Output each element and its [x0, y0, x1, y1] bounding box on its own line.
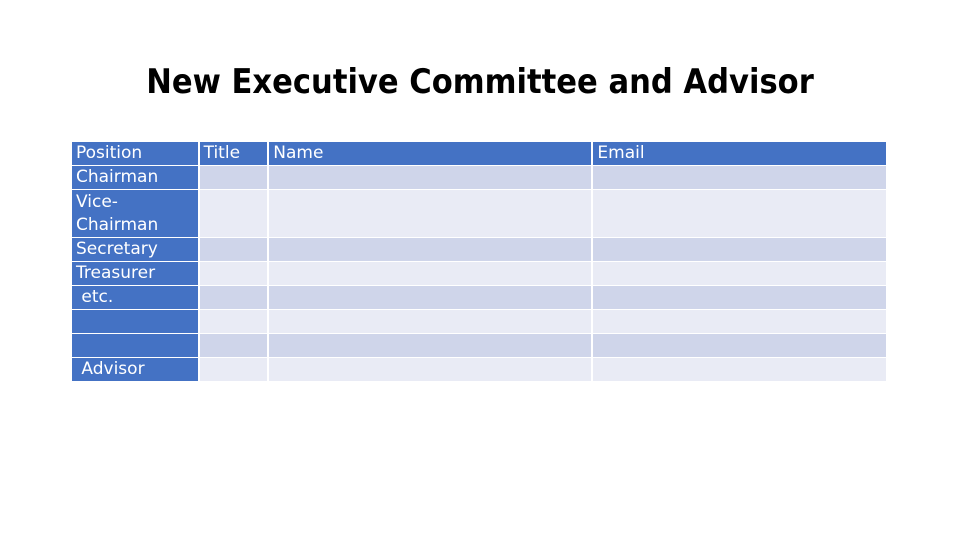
name-cell[interactable]: [269, 190, 592, 237]
header-position: Position: [72, 142, 198, 165]
name-cell[interactable]: [269, 238, 592, 261]
title-cell[interactable]: [199, 334, 268, 357]
table-row: etc.: [72, 286, 886, 309]
slide-title: New Executive Committee and Advisor: [146, 62, 814, 102]
title-cell[interactable]: [199, 286, 268, 309]
table-row: [72, 310, 886, 333]
email-cell[interactable]: [593, 166, 886, 189]
position-cell: Advisor: [72, 358, 198, 381]
position-cell: Treasurer: [72, 262, 198, 285]
email-cell[interactable]: [593, 238, 886, 261]
name-cell[interactable]: [269, 310, 592, 333]
position-cell: Vice-Chairman: [72, 190, 198, 237]
position-text: Vice-Chairman: [76, 191, 159, 235]
email-cell[interactable]: [593, 358, 886, 381]
email-cell[interactable]: [593, 286, 886, 309]
title-cell[interactable]: [199, 358, 268, 381]
name-cell[interactable]: [269, 166, 592, 189]
email-cell[interactable]: [593, 262, 886, 285]
table-row: Chairman: [72, 166, 886, 189]
position-cell: [72, 334, 198, 357]
name-cell[interactable]: [269, 334, 592, 357]
header-email: Email: [593, 142, 886, 165]
email-cell[interactable]: [593, 334, 886, 357]
email-cell[interactable]: [593, 190, 886, 237]
table-row: Secretary: [72, 238, 886, 261]
position-cell: etc.: [72, 286, 198, 309]
email-cell[interactable]: [593, 310, 886, 333]
title-cell[interactable]: [199, 190, 268, 237]
position-cell: Chairman: [72, 166, 198, 189]
title-cell[interactable]: [199, 166, 268, 189]
table-row: Treasurer: [72, 262, 886, 285]
committee-table: Position Title Name Email Chairman Vice-…: [70, 141, 888, 382]
name-cell[interactable]: [269, 358, 592, 381]
table-row: Vice-Chairman: [72, 190, 886, 237]
name-cell[interactable]: [269, 262, 592, 285]
position-cell: [72, 310, 198, 333]
table-row: Advisor: [72, 358, 886, 381]
header-name: Name: [269, 142, 592, 165]
name-cell[interactable]: [269, 286, 592, 309]
title-cell[interactable]: [199, 310, 268, 333]
header-title: Title: [199, 142, 268, 165]
title-cell[interactable]: [199, 262, 268, 285]
position-cell: Secretary: [72, 238, 198, 261]
table-row: [72, 334, 886, 357]
table-header-row: Position Title Name Email: [72, 142, 886, 165]
title-cell[interactable]: [199, 238, 268, 261]
